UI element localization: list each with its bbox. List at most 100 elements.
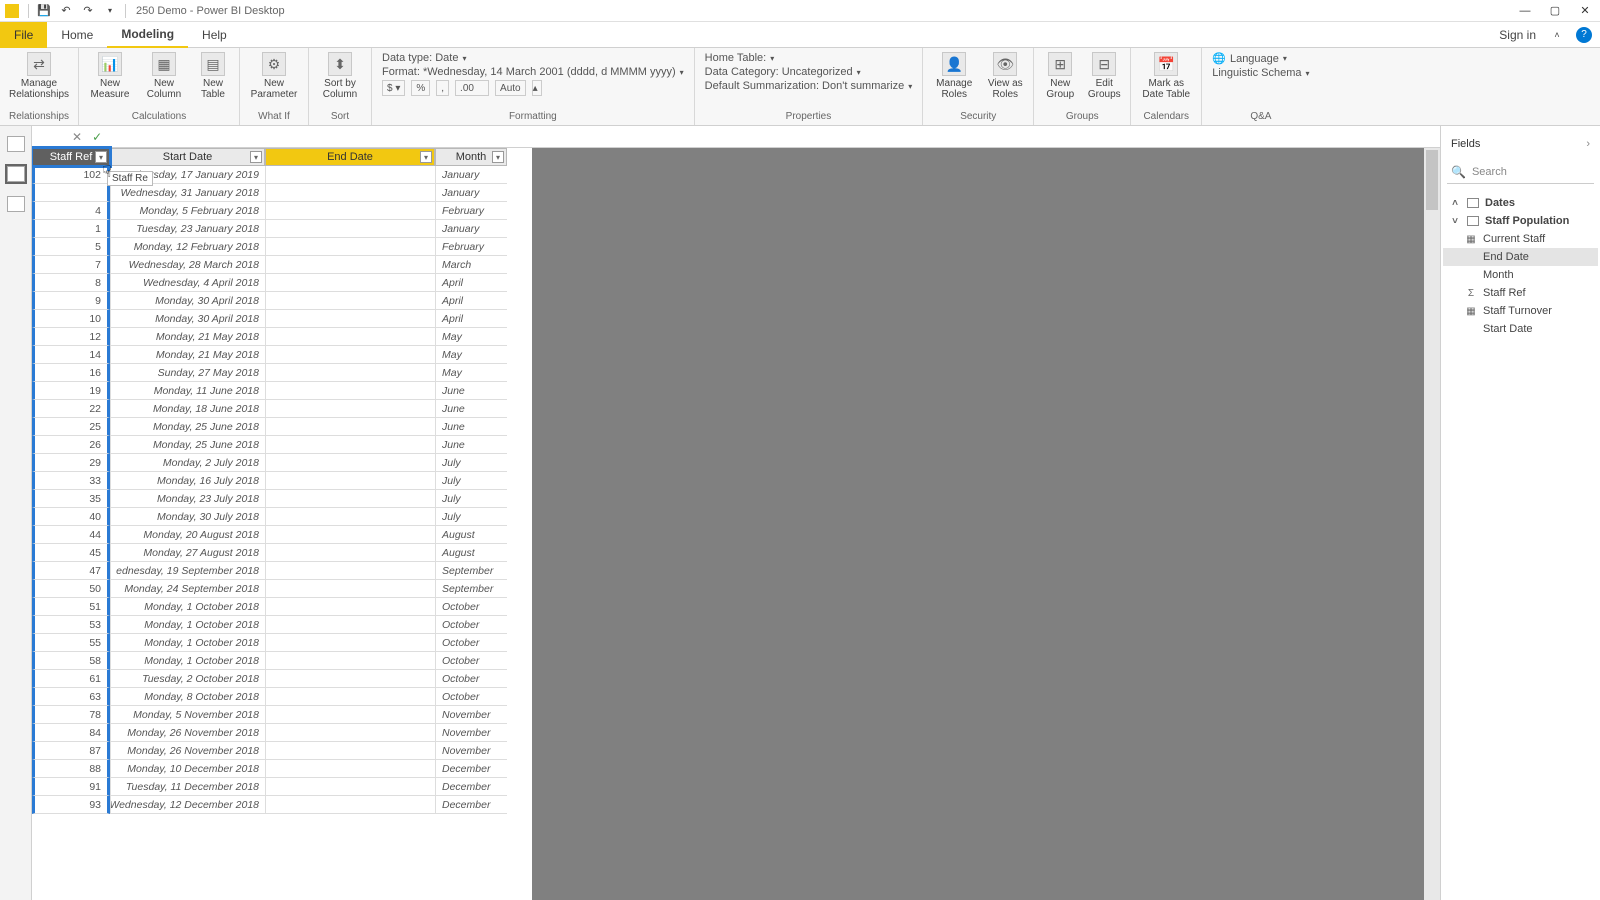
cell-month[interactable]: March (435, 256, 507, 274)
cell-start-date[interactable]: Wednesday, 28 March 2018 (110, 256, 265, 274)
field-node[interactable]: Start Date (1443, 320, 1598, 338)
cell-month[interactable]: November (435, 742, 507, 760)
cell-staff-ref[interactable]: 26 (32, 436, 110, 454)
new-column-button[interactable]: ▦NewColumn (139, 50, 189, 100)
close-icon[interactable]: ✕ (1570, 0, 1600, 22)
home-table-dropdown[interactable]: Home Table: (705, 52, 767, 64)
field-node[interactable]: ▦Staff Turnover (1443, 302, 1598, 320)
data-category-dropdown[interactable]: Data Category: Uncategorized (705, 66, 853, 78)
cell-end-date[interactable] (265, 580, 435, 598)
cell-month[interactable]: June (435, 400, 507, 418)
chevron-up-icon[interactable]: ˄ (1548, 26, 1566, 44)
cell-month[interactable]: January (435, 220, 507, 238)
cell-start-date[interactable]: Wednesday, 4 April 2018 (110, 274, 265, 292)
cell-start-date[interactable]: Monday, 2 July 2018 (110, 454, 265, 472)
cancel-icon[interactable]: ✕ (72, 130, 82, 144)
cell-month[interactable]: May (435, 346, 507, 364)
cell-month[interactable]: July (435, 454, 507, 472)
minimize-icon[interactable]: — (1510, 0, 1540, 22)
cell-staff-ref[interactable]: 9 (32, 292, 110, 310)
cell-staff-ref[interactable]: 40 (32, 508, 110, 526)
chevron-down-icon[interactable]: ▾ (680, 68, 684, 77)
cell-end-date[interactable] (265, 400, 435, 418)
cell-start-date[interactable]: Monday, 27 August 2018 (110, 544, 265, 562)
cell-start-date[interactable]: Monday, 21 May 2018 (110, 328, 265, 346)
table-row[interactable]: 84Monday, 26 November 2018November (32, 724, 532, 742)
cell-start-date[interactable]: ednesday, 19 September 2018 (110, 562, 265, 580)
cell-end-date[interactable] (265, 418, 435, 436)
cell-end-date[interactable] (265, 598, 435, 616)
cell-month[interactable]: July (435, 472, 507, 490)
cell-staff-ref[interactable]: 58 (32, 652, 110, 670)
cell-month[interactable]: February (435, 238, 507, 256)
cell-month[interactable]: December (435, 760, 507, 778)
cell-month[interactable]: September (435, 580, 507, 598)
table-row[interactable]: 61Tuesday, 2 October 2018October (32, 670, 532, 688)
help-tab[interactable]: Help (188, 22, 241, 48)
cell-end-date[interactable] (265, 724, 435, 742)
grid-body[interactable]: 102Thursday, 17 January 2019JanuaryWedne… (32, 166, 532, 900)
decimal-decrease-button[interactable]: .00 (455, 80, 489, 96)
file-tab[interactable]: File (0, 22, 47, 48)
manage-roles-button[interactable]: 👤ManageRoles (929, 50, 979, 100)
view-as-roles-button[interactable]: 👁View asRoles (983, 50, 1027, 100)
cell-start-date[interactable]: Monday, 5 February 2018 (110, 202, 265, 220)
table-row[interactable]: 35Monday, 23 July 2018July (32, 490, 532, 508)
vertical-scrollbar[interactable] (1424, 148, 1440, 900)
cell-start-date[interactable]: Wednesday, 31 January 2018 (110, 184, 265, 202)
cell-end-date[interactable] (265, 220, 435, 238)
table-row[interactable]: 29Monday, 2 July 2018 July (32, 454, 532, 472)
cell-end-date[interactable] (265, 796, 435, 814)
cell-end-date[interactable] (265, 436, 435, 454)
cell-month[interactable]: December (435, 796, 507, 814)
cell-staff-ref[interactable]: 29 (32, 454, 110, 472)
chevron-down-icon[interactable]: ▾ (857, 68, 861, 77)
cell-staff-ref[interactable]: 14 (32, 346, 110, 364)
table-row[interactable]: 93Wednesday, 12 December 2018December (32, 796, 532, 814)
cell-month[interactable]: June (435, 418, 507, 436)
cell-staff-ref[interactable]: 88 (32, 760, 110, 778)
cell-start-date[interactable]: Monday, 5 November 2018 (110, 706, 265, 724)
auto-decimals-input[interactable]: Auto (495, 80, 526, 96)
model-view-icon[interactable] (7, 196, 25, 212)
cell-end-date[interactable] (265, 310, 435, 328)
cell-start-date[interactable]: Monday, 30 July 2018 (110, 508, 265, 526)
cell-staff-ref[interactable]: 7 (32, 256, 110, 274)
qat-dropdown-icon[interactable]: ▾ (101, 2, 119, 20)
cell-staff-ref[interactable]: 22 (32, 400, 110, 418)
cell-end-date[interactable] (265, 742, 435, 760)
cell-end-date[interactable] (265, 706, 435, 724)
cell-staff-ref[interactable]: 55 (32, 634, 110, 652)
chevron-down-icon[interactable]: ▾ (250, 151, 262, 163)
chevron-down-icon[interactable]: ▾ (420, 151, 432, 163)
cell-end-date[interactable] (265, 544, 435, 562)
cell-month[interactable]: September (435, 562, 507, 580)
cell-month[interactable]: October (435, 688, 507, 706)
cell-start-date[interactable]: Monday, 30 April 2018 (110, 310, 265, 328)
new-group-button[interactable]: ⊞NewGroup (1040, 50, 1080, 100)
cell-month[interactable]: July (435, 508, 507, 526)
cell-end-date[interactable] (265, 256, 435, 274)
table-row[interactable]: 1Tuesday, 23 January 2018January (32, 220, 532, 238)
cell-start-date[interactable]: Monday, 11 June 2018 (110, 382, 265, 400)
field-node[interactable]: End Date (1443, 248, 1598, 266)
mark-date-table-button[interactable]: 📅Mark asDate Table (1137, 50, 1195, 100)
home-tab[interactable]: Home (47, 22, 107, 48)
field-node[interactable]: Month (1443, 266, 1598, 284)
cell-month[interactable]: October (435, 652, 507, 670)
data-view-icon[interactable] (7, 166, 25, 182)
cell-end-date[interactable] (265, 166, 435, 184)
chevron-down-icon[interactable]: ▾ (462, 54, 466, 63)
cell-start-date[interactable]: Monday, 25 June 2018 (110, 436, 265, 454)
cell-end-date[interactable] (265, 490, 435, 508)
table-row[interactable]: 88Monday, 10 December 2018December (32, 760, 532, 778)
cell-staff-ref[interactable]: 87 (32, 742, 110, 760)
table-row[interactable]: 58Monday, 1 October 2018October (32, 652, 532, 670)
table-row[interactable]: 55Monday, 1 October 2018October (32, 634, 532, 652)
cell-month[interactable]: October (435, 670, 507, 688)
cell-staff-ref[interactable]: 35 (32, 490, 110, 508)
cell-staff-ref[interactable] (32, 184, 110, 202)
table-row[interactable]: 47ednesday, 19 September 2018September (32, 562, 532, 580)
cell-end-date[interactable] (265, 454, 435, 472)
cell-start-date[interactable]: Monday, 18 June 2018 (110, 400, 265, 418)
